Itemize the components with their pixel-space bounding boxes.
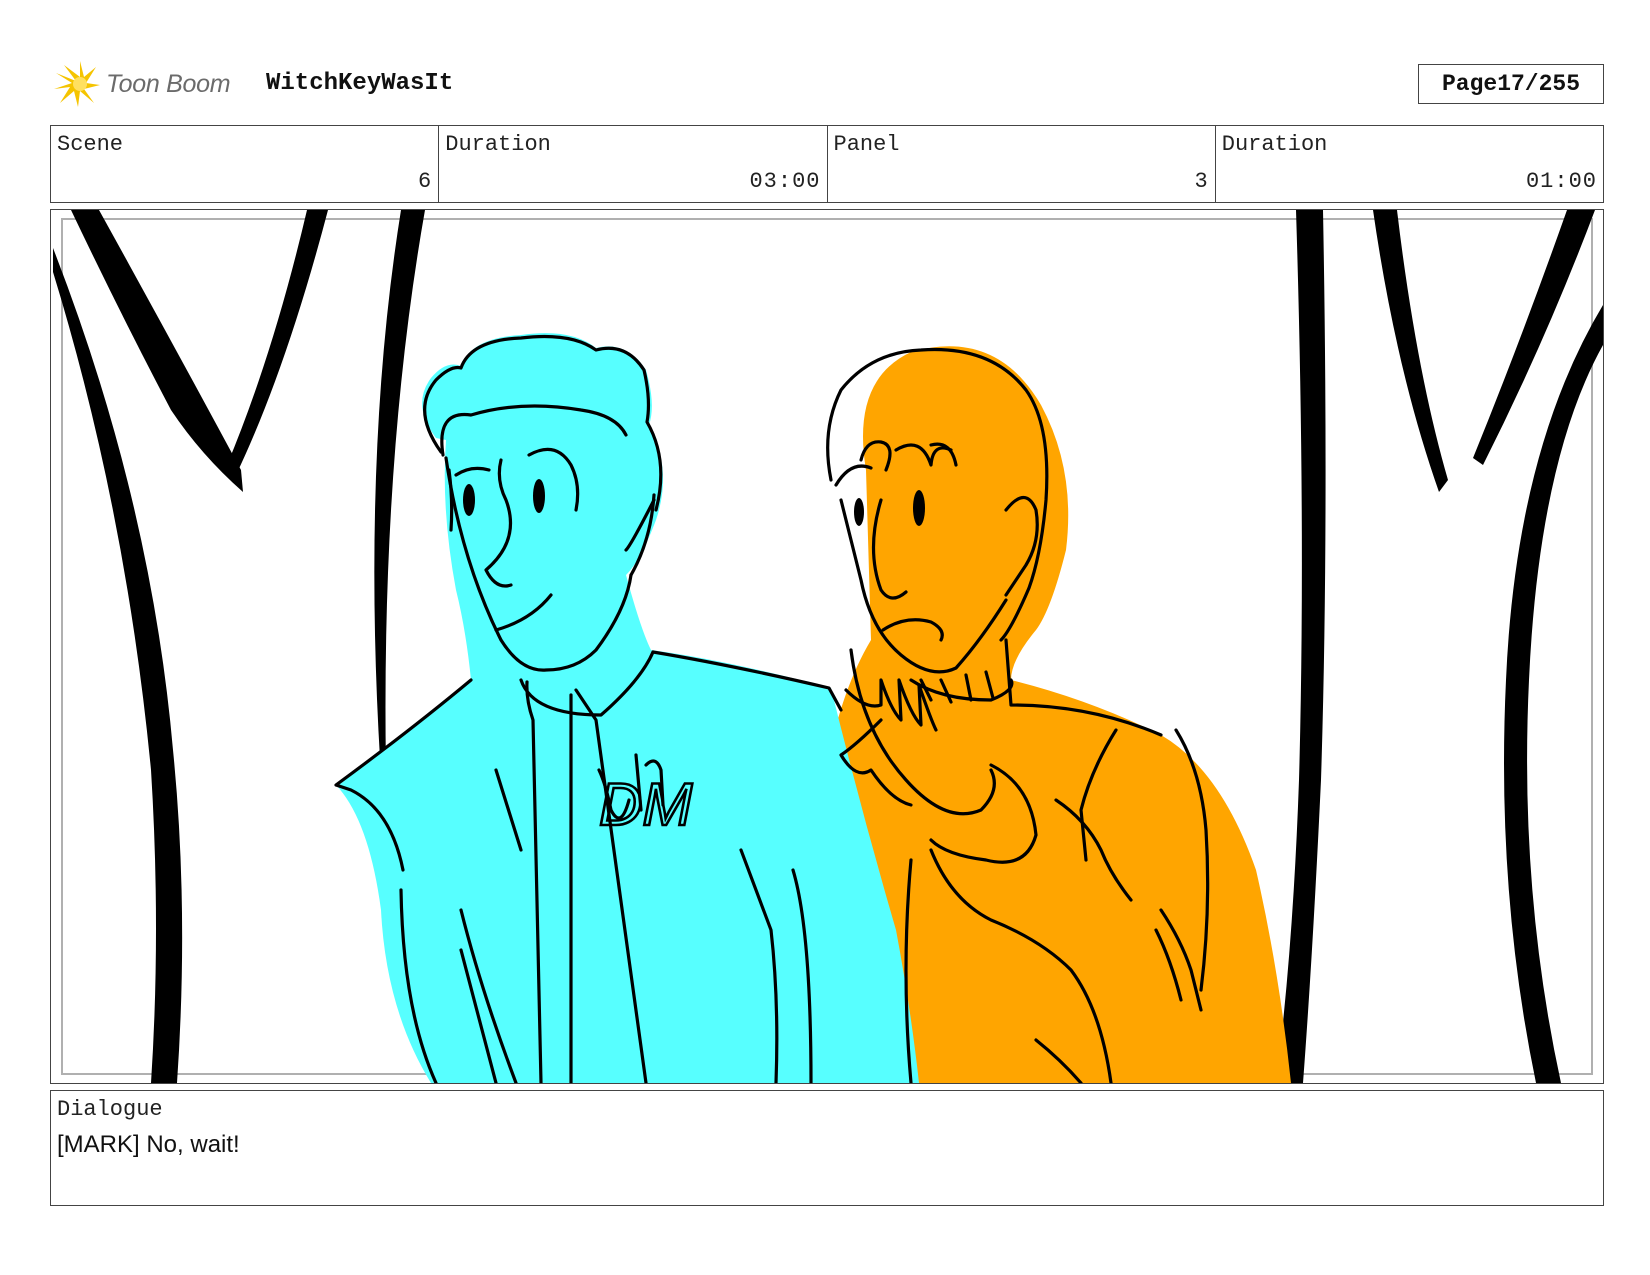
page-number: 17/255 [1497, 71, 1581, 97]
scene-duration-cell: Duration 03:00 [439, 126, 828, 202]
panel-value: 3 [1194, 169, 1209, 194]
left-character-right-eye [533, 479, 545, 513]
project-title: WitchKeyWasIt [266, 70, 454, 97]
panel-cell: Panel 3 [828, 126, 1216, 202]
panel-info-row: Scene 6 Duration 03:00 Panel 3 Duration … [50, 125, 1604, 203]
dialogue-text: [MARK] No, wait! [57, 1131, 240, 1158]
storyboard-panel: DM [50, 209, 1604, 1084]
right-character-left-eye [854, 498, 864, 526]
scene-duration-label: Duration [445, 132, 551, 157]
sun-burst-icon [54, 61, 100, 107]
panel-drawing: DM [53, 210, 1603, 1083]
shirt-initials: DM [599, 771, 692, 838]
right-character-right-eye [913, 490, 925, 526]
scene-value: 6 [418, 169, 433, 194]
logo-text: Toon Boom [106, 69, 231, 98]
scene-label: Scene [57, 132, 124, 157]
right-tree [1276, 210, 1603, 1083]
panel-duration-label: Duration [1221, 132, 1328, 157]
scene-duration-value: 03:00 [749, 169, 821, 194]
page-label: Page [1441, 71, 1498, 97]
toon-boom-logo: Toon Boom [52, 58, 231, 110]
dialogue-box: Dialogue [MARK] No, wait! [50, 1090, 1604, 1206]
dialogue-label: Dialogue [57, 1097, 163, 1122]
left-tree [53, 210, 425, 1083]
panel-duration-cell: Duration 01:00 [1216, 126, 1603, 202]
page-indicator: Page 17/255 [1418, 64, 1604, 104]
scene-cell: Scene 6 [51, 126, 440, 202]
left-character-fill [336, 333, 919, 1083]
panel-duration-value: 01:00 [1525, 169, 1597, 194]
left-character-left-eye [463, 484, 475, 516]
panel-label: Panel [833, 132, 900, 157]
